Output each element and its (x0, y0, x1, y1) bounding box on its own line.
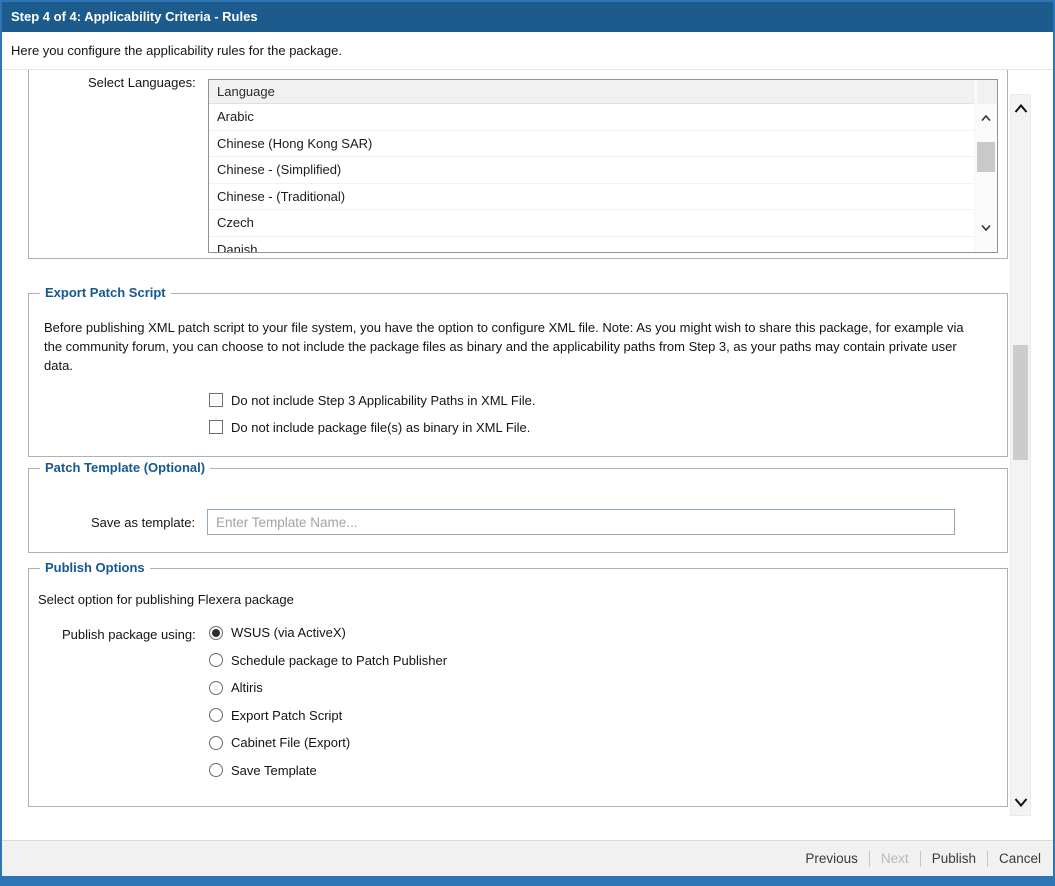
package-binary-checkbox[interactable] (209, 420, 223, 434)
language-row[interactable]: Arabic (209, 104, 974, 131)
checkbox-row-package-binary[interactable]: Do not include package file(s) as binary… (209, 419, 530, 435)
export-description: Before publishing XML patch script to yo… (44, 319, 976, 376)
language-row[interactable]: Chinese - (Simplified) (209, 157, 974, 184)
patch-publisher-radio-label[interactable]: Schedule package to Patch Publisher (231, 653, 447, 668)
language-name: Chinese - (Simplified) (217, 162, 341, 177)
radio-row-altiris[interactable]: Altiris (209, 680, 447, 695)
template-name-input[interactable] (207, 509, 955, 535)
language-name: Czech (217, 215, 254, 230)
languages-scrollbar-corner (977, 80, 997, 104)
export-patch-script-group: Export Patch Script Before publishing XM… (28, 293, 1008, 457)
export-script-radio[interactable] (209, 708, 223, 722)
languages-scrollbar[interactable] (974, 80, 997, 252)
footer-divider (987, 851, 988, 867)
export-script-radio-label[interactable]: Export Patch Script (231, 708, 342, 723)
languages-list: Arabic Chinese (Hong Kong SAR) Chinese -… (209, 104, 974, 253)
titlebar: Step 4 of 4: Applicability Criteria - Ru… (2, 2, 1053, 32)
wizard-window: Step 4 of 4: Applicability Criteria - Ru… (0, 0, 1055, 886)
languages-listbox: Language Arabic Chinese (Hong Kong SAR) … (208, 79, 998, 253)
language-name: Danish (217, 242, 257, 253)
language-row[interactable]: Czech (209, 210, 974, 237)
save-template-radio-label[interactable]: Save Template (231, 763, 317, 778)
export-patch-script-title: Export Patch Script (40, 285, 171, 300)
main-scrollbar-thumb[interactable] (1013, 345, 1028, 460)
previous-button[interactable]: Previous (805, 851, 858, 866)
applicability-paths-checkbox[interactable] (209, 393, 223, 407)
save-template-radio[interactable] (209, 763, 223, 777)
cabinet-file-radio-label[interactable]: Cabinet File (Export) (231, 735, 350, 750)
select-languages-label: Select Languages: (88, 75, 196, 90)
publish-options-description: Select option for publishing Flexera pac… (38, 592, 294, 607)
patch-template-group: Patch Template (Optional) Save as templa… (28, 468, 1008, 553)
package-binary-checkbox-label[interactable]: Do not include package file(s) as binary… (231, 420, 530, 435)
language-row[interactable]: Danish (209, 237, 974, 254)
save-as-template-label: Save as template: (91, 515, 195, 530)
language-name: Chinese - (Traditional) (217, 189, 345, 204)
languages-column-header-label: Language (217, 84, 275, 99)
language-name: Arabic (217, 109, 254, 124)
footer-divider (869, 851, 870, 867)
cabinet-file-radio[interactable] (209, 736, 223, 750)
patch-template-title: Patch Template (Optional) (40, 460, 210, 475)
wsus-radio-label[interactable]: WSUS (via ActiveX) (231, 625, 346, 640)
publish-method-radio-group: WSUS (via ActiveX) Schedule package to P… (209, 625, 447, 778)
language-row[interactable]: Chinese (Hong Kong SAR) (209, 131, 974, 158)
footer: Previous Next Publish Cancel (2, 841, 1053, 876)
scroll-up-button[interactable] (1011, 97, 1030, 119)
chevron-down-icon (1014, 798, 1028, 807)
patch-publisher-radio[interactable] (209, 653, 223, 667)
altiris-radio-label[interactable]: Altiris (231, 680, 263, 695)
wsus-radio[interactable] (209, 626, 223, 640)
publish-button[interactable]: Publish (932, 851, 976, 866)
publish-package-using-label: Publish package using: (62, 627, 196, 642)
languages-column-header[interactable]: Language (209, 80, 974, 104)
main-scrollbar[interactable] (1010, 94, 1031, 816)
window-title: Step 4 of 4: Applicability Criteria - Ru… (11, 9, 258, 24)
radio-row-cabinet-file[interactable]: Cabinet File (Export) (209, 735, 447, 750)
radio-row-patch-publisher[interactable]: Schedule package to Patch Publisher (209, 653, 447, 668)
checkbox-row-applicability-paths[interactable]: Do not include Step 3 Applicability Path… (209, 392, 535, 408)
chevron-down-icon (981, 225, 991, 231)
language-row[interactable]: Chinese - (Traditional) (209, 184, 974, 211)
altiris-radio[interactable] (209, 681, 223, 695)
cancel-button[interactable]: Cancel (999, 851, 1041, 866)
chevron-up-icon (1014, 104, 1028, 113)
chevron-up-icon (981, 115, 991, 121)
radio-row-export-script[interactable]: Export Patch Script (209, 708, 447, 723)
scroll-down-button[interactable] (1011, 791, 1030, 813)
language-name: Chinese (Hong Kong SAR) (217, 136, 372, 151)
languages-scrollbar-thumb[interactable] (977, 142, 995, 172)
publish-options-group: Publish Options Select option for publis… (28, 568, 1008, 807)
radio-row-save-template[interactable]: Save Template (209, 763, 447, 778)
languages-scroll-up-button[interactable] (975, 108, 997, 128)
radio-row-wsus[interactable]: WSUS (via ActiveX) (209, 625, 447, 640)
publish-options-title: Publish Options (40, 560, 150, 575)
footer-divider (920, 851, 921, 867)
next-button: Next (881, 851, 909, 866)
languages-scroll-down-button[interactable] (975, 218, 997, 238)
wizard-description: Here you configure the applicability rul… (11, 43, 342, 58)
applicability-paths-checkbox-label[interactable]: Do not include Step 3 Applicability Path… (231, 393, 535, 408)
